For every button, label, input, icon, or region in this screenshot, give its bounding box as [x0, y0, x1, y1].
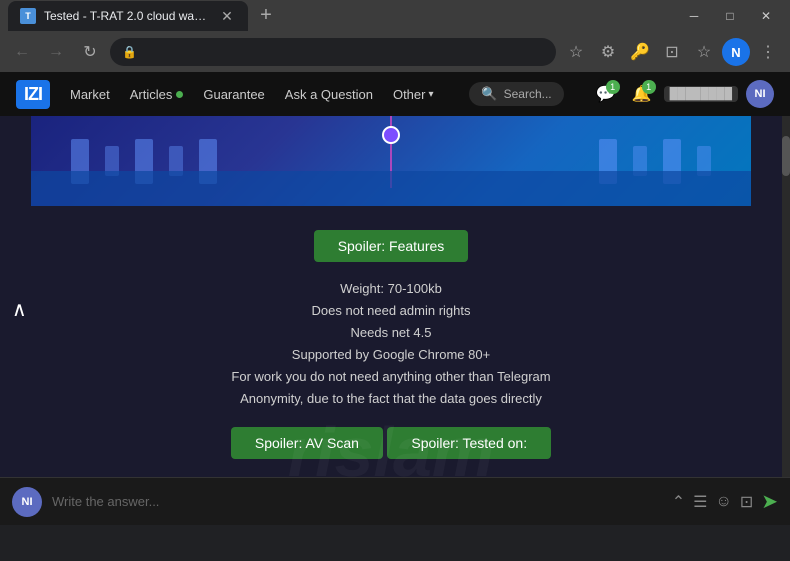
forward-button[interactable]: →	[42, 38, 70, 66]
tab-favicon: T	[20, 8, 36, 24]
bookmark-icon[interactable]: ☆	[562, 38, 590, 66]
content-scroll[interactable]: ∧	[0, 116, 782, 477]
search-bar[interactable]: 🔍 Search...	[469, 82, 563, 106]
nav-other[interactable]: Other ▾	[393, 87, 434, 102]
close-button[interactable]: ✕	[750, 0, 782, 32]
refresh-button[interactable]: ↻	[76, 38, 104, 66]
browser-chrome: T Tested - T-RAT 2.0 cloud warrio... ✕ +…	[0, 0, 790, 72]
toolbar-icons: ☆ ⚙ 🔑 ⊡ ☆ N ⋮	[562, 38, 782, 66]
product-info-text: Price: 3500r One -time payment Agree to …	[91, 475, 691, 477]
messages-badge: 1	[606, 80, 620, 94]
feature-line-5: For work you do not need anything other …	[91, 366, 691, 388]
feature-line-4: Supported by Google Chrome 80+	[91, 344, 691, 366]
articles-dot	[176, 91, 183, 98]
commenter-avatar: NI	[12, 487, 42, 517]
address-bar: ← → ↻ 🔒 ☆ ⚙ 🔑 ⊡ ☆ N ⋮	[0, 32, 790, 72]
feature-line-1: Weight: 70-100kb	[91, 278, 691, 300]
tab-close-button[interactable]: ✕	[218, 7, 236, 25]
nav-ask-question[interactable]: Ask a Question	[285, 87, 373, 102]
tab-title: Tested - T-RAT 2.0 cloud warrio...	[44, 9, 210, 23]
key-icon[interactable]: 🔑	[626, 38, 654, 66]
profile-button[interactable]: N	[722, 38, 750, 66]
image-icon[interactable]: ⊡	[740, 492, 753, 512]
menu-button[interactable]: ⋮	[754, 38, 782, 66]
nav-username: ████████	[664, 86, 738, 102]
back-button[interactable]: ←	[8, 38, 36, 66]
scroll-up-arrow[interactable]: ∧	[12, 297, 27, 322]
maximize-button[interactable]: □	[714, 0, 746, 32]
security-icon: 🔒	[122, 45, 137, 59]
window-controls: ─ □ ✕	[678, 0, 782, 32]
hero-overlay	[31, 116, 751, 206]
page-content: IZI Market Articles Guarantee Ask a Ques…	[0, 72, 790, 525]
spoiler-av-button[interactable]: Spoiler: AV Scan	[231, 427, 383, 459]
user-avatar[interactable]: NI	[746, 80, 774, 108]
hero-banner	[31, 116, 751, 206]
emoji-icon[interactable]: ☺	[715, 493, 731, 511]
translate-icon[interactable]: ⊡	[658, 38, 686, 66]
site-logo[interactable]: IZI	[16, 80, 50, 109]
title-bar: T Tested - T-RAT 2.0 cloud warrio... ✕ +…	[0, 0, 790, 32]
comment-bar: NI Write the answer... ⌃ ☰ ☺ ⊡ ➤	[0, 477, 790, 525]
new-tab-button[interactable]: +	[252, 1, 280, 29]
spoiler-tested-button[interactable]: Spoiler: Tested on:	[387, 427, 551, 459]
site-navbar: IZI Market Articles Guarantee Ask a Ques…	[0, 72, 790, 116]
expand-icon[interactable]: ⌃	[672, 492, 685, 512]
extensions-icon[interactable]: ⚙	[594, 38, 622, 66]
nav-articles[interactable]: Articles	[130, 87, 184, 102]
product-line-1: Price: 3500r One	[91, 475, 691, 477]
comment-actions: ⌃ ☰ ☺ ⊡ ➤	[672, 489, 778, 514]
minimize-button[interactable]: ─	[678, 0, 710, 32]
notifications-badge: 1	[642, 80, 656, 94]
spoiler-features-button[interactable]: Spoiler: Features	[314, 230, 469, 262]
features-text: Weight: 70-100kb Does not need admin rig…	[91, 278, 691, 411]
hero-blue-bar	[31, 171, 751, 206]
feature-line-3: Needs net 4.5	[91, 322, 691, 344]
search-placeholder: Search...	[504, 87, 552, 101]
send-button[interactable]: ➤	[761, 489, 778, 514]
browser-tab[interactable]: T Tested - T-RAT 2.0 cloud warrio... ✕	[8, 1, 248, 31]
messages-icon[interactable]: 💬 1	[592, 80, 620, 108]
comment-input[interactable]: Write the answer...	[52, 494, 662, 509]
feature-line-6: Anonymity, due to the fact that the data…	[91, 388, 691, 410]
scrollbar-thumb[interactable]	[782, 136, 790, 176]
star-icon[interactable]: ☆	[690, 38, 718, 66]
notifications-icon[interactable]: 🔔 1	[628, 80, 656, 108]
search-icon: 🔍	[481, 86, 497, 102]
chevron-down-icon: ▾	[428, 89, 433, 100]
nav-guarantee[interactable]: Guarantee	[203, 87, 264, 102]
list-icon[interactable]: ☰	[693, 492, 707, 512]
nav-icons: 💬 1 🔔 1 ████████ NI	[592, 80, 774, 108]
main-area: ∧	[0, 116, 790, 477]
nav-market[interactable]: Market	[70, 87, 110, 102]
product-content: rislam Spoiler: Features Weight: 70-100k…	[31, 206, 751, 477]
right-scrollbar[interactable]	[782, 116, 790, 477]
url-bar[interactable]: 🔒	[110, 38, 556, 66]
feature-line-2: Does not need admin rights	[91, 300, 691, 322]
